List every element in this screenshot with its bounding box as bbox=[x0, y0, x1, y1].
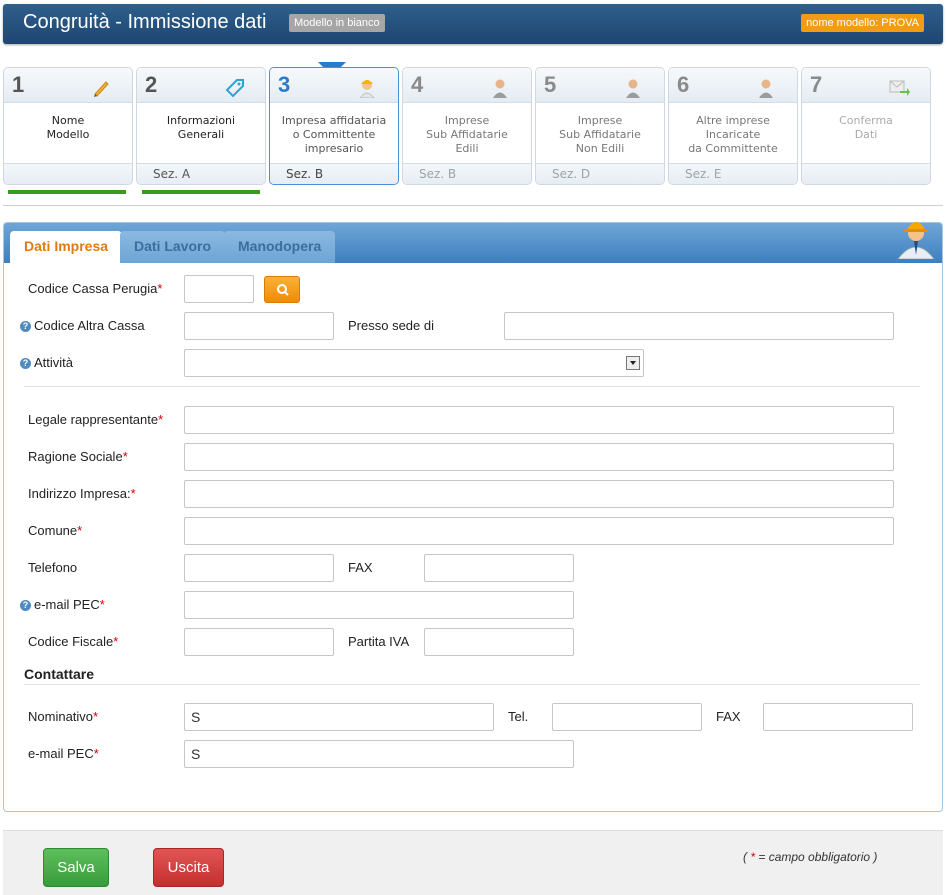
codice-altra-cassa-label: Codice Altra Cassa bbox=[34, 318, 145, 333]
section-divider bbox=[24, 386, 920, 387]
step-number: 7 bbox=[810, 72, 823, 97]
chevron-down-icon[interactable] bbox=[626, 356, 640, 370]
step-number: 3 bbox=[278, 72, 291, 97]
partita-iva-input[interactable] bbox=[424, 628, 574, 656]
email-pec-label: e-mail PEC* bbox=[34, 597, 105, 612]
partita-iva-label: Partita IVA bbox=[348, 634, 410, 649]
codice-fiscale-input[interactable] bbox=[184, 628, 334, 656]
contact-fax-input[interactable] bbox=[763, 703, 913, 731]
tab-bar: Dati Impresa Dati Lavoro Manodopera bbox=[4, 222, 942, 263]
step-number: 1 bbox=[12, 72, 25, 97]
tab-dati-lavoro[interactable]: Dati Lavoro bbox=[120, 231, 226, 263]
contact-email-pec-label: e-mail PEC* bbox=[28, 746, 99, 761]
step-6[interactable]: 6 Altre imprese Incaricate da Committent… bbox=[668, 67, 798, 185]
step-number: 2 bbox=[145, 72, 158, 97]
tab-dati-impresa[interactable]: Dati Impresa bbox=[10, 231, 123, 263]
exit-button[interactable]: Uscita bbox=[153, 848, 224, 887]
step-1-progress-bar bbox=[8, 190, 126, 194]
step-3[interactable]: 3 Impresa affidataria o Committente impr… bbox=[269, 67, 399, 185]
step-2[interactable]: 2 Informazioni Generali Sez. A bbox=[136, 67, 266, 185]
step-label: Conferma Dati bbox=[839, 114, 893, 141]
step-label: Informazioni Generali bbox=[166, 114, 236, 141]
contact-fax-label: FAX bbox=[716, 709, 741, 724]
contact-email-pec-input[interactable]: S bbox=[184, 740, 574, 768]
presso-sede-di-input[interactable] bbox=[504, 312, 894, 340]
step-section: Sez. B bbox=[270, 163, 398, 184]
fax-label: FAX bbox=[348, 560, 373, 575]
comune-label: Comune* bbox=[28, 523, 83, 538]
indirizzo-impresa-label: Indirizzo Impresa:* bbox=[28, 486, 136, 501]
step-section: Sez. B bbox=[403, 163, 531, 184]
required-legend: ( * = campo obbligatorio ) bbox=[743, 850, 878, 864]
section-divider bbox=[24, 684, 920, 685]
step-section bbox=[4, 163, 132, 184]
nominativo-label: Nominativo* bbox=[28, 709, 99, 724]
step-section: Sez. E bbox=[669, 163, 797, 184]
step-7[interactable]: 7 Conferma Dati bbox=[801, 67, 931, 185]
ragione-sociale-label: Ragione Sociale* bbox=[28, 449, 128, 464]
step-label: Imprese Sub Affidatarie Edili bbox=[426, 114, 508, 155]
attivita-label: Attività bbox=[34, 355, 74, 370]
step-5[interactable]: 5 Imprese Sub Affidatarie Non Edili Sez.… bbox=[535, 67, 665, 185]
legale-rappresentante-input[interactable] bbox=[184, 406, 894, 434]
telefono-input[interactable] bbox=[184, 554, 334, 582]
divider bbox=[3, 205, 943, 206]
presso-sede-di-label: Presso sede di bbox=[348, 318, 434, 333]
legale-rappresentante-label: Legale rappresentante* bbox=[28, 412, 164, 427]
tab-manodopera[interactable]: Manodopera bbox=[224, 231, 336, 263]
telefono-label: Telefono bbox=[28, 560, 78, 575]
help-icon[interactable]: ? bbox=[20, 600, 31, 611]
step-number: 5 bbox=[544, 72, 557, 97]
step-number: 4 bbox=[411, 72, 424, 97]
worker-icon bbox=[359, 80, 375, 98]
contattare-heading: Contattare bbox=[24, 666, 95, 682]
model-name-badge: nome modello: PROVA bbox=[801, 14, 924, 32]
step-section bbox=[802, 163, 930, 184]
nominativo-input[interactable]: S bbox=[184, 703, 494, 731]
codice-cassa-perugia-input[interactable] bbox=[184, 275, 254, 303]
step-section: Sez. A bbox=[137, 163, 265, 184]
indirizzo-impresa-input[interactable] bbox=[184, 480, 894, 508]
save-button[interactable]: Salva bbox=[43, 848, 109, 887]
codice-fiscale-label: Codice Fiscale* bbox=[28, 634, 119, 649]
person-icon bbox=[626, 79, 640, 98]
person-icon bbox=[759, 79, 773, 98]
attivita-select[interactable] bbox=[184, 349, 644, 377]
step-1[interactable]: 1 Nome Modello bbox=[3, 67, 133, 185]
contact-tel-label: Tel. bbox=[508, 709, 529, 724]
contact-tel-input[interactable] bbox=[552, 703, 702, 731]
tag-icon bbox=[225, 79, 244, 98]
step-label: Imprese Sub Affidatarie Non Edili bbox=[559, 114, 641, 155]
worker-avatar-icon bbox=[897, 222, 935, 259]
step-number: 6 bbox=[677, 72, 690, 97]
step-label: Impresa affidataria o Committente impres… bbox=[281, 114, 387, 155]
app-header: Congruità - Immissione dati Modello in b… bbox=[3, 4, 943, 44]
search-icon bbox=[277, 284, 289, 296]
search-button[interactable] bbox=[264, 276, 300, 303]
email-pec-input[interactable] bbox=[184, 591, 574, 619]
help-icon[interactable]: ? bbox=[20, 321, 31, 332]
ragione-sociale-input[interactable] bbox=[184, 443, 894, 471]
send-icon bbox=[889, 80, 910, 96]
pencil-icon bbox=[94, 81, 109, 97]
comune-input[interactable] bbox=[184, 517, 894, 545]
fax-input[interactable] bbox=[424, 554, 574, 582]
page-title: Congruità - Immissione dati bbox=[23, 11, 267, 33]
step-section: Sez. D bbox=[536, 163, 664, 184]
person-icon bbox=[493, 79, 507, 98]
step-label: Altre imprese Incaricate da Committente bbox=[688, 114, 778, 155]
step-4[interactable]: 4 Imprese Sub Affidatarie Edili Sez. B bbox=[402, 67, 532, 185]
step-label: Nome Modello bbox=[46, 114, 90, 141]
step-2-progress-bar bbox=[142, 190, 260, 194]
codice-altra-cassa-input[interactable] bbox=[184, 312, 334, 340]
codice-cassa-perugia-label: Codice Cassa Perugia* bbox=[28, 281, 163, 296]
model-type-badge: Modello in bianco bbox=[289, 14, 385, 32]
help-icon[interactable]: ? bbox=[20, 358, 31, 369]
